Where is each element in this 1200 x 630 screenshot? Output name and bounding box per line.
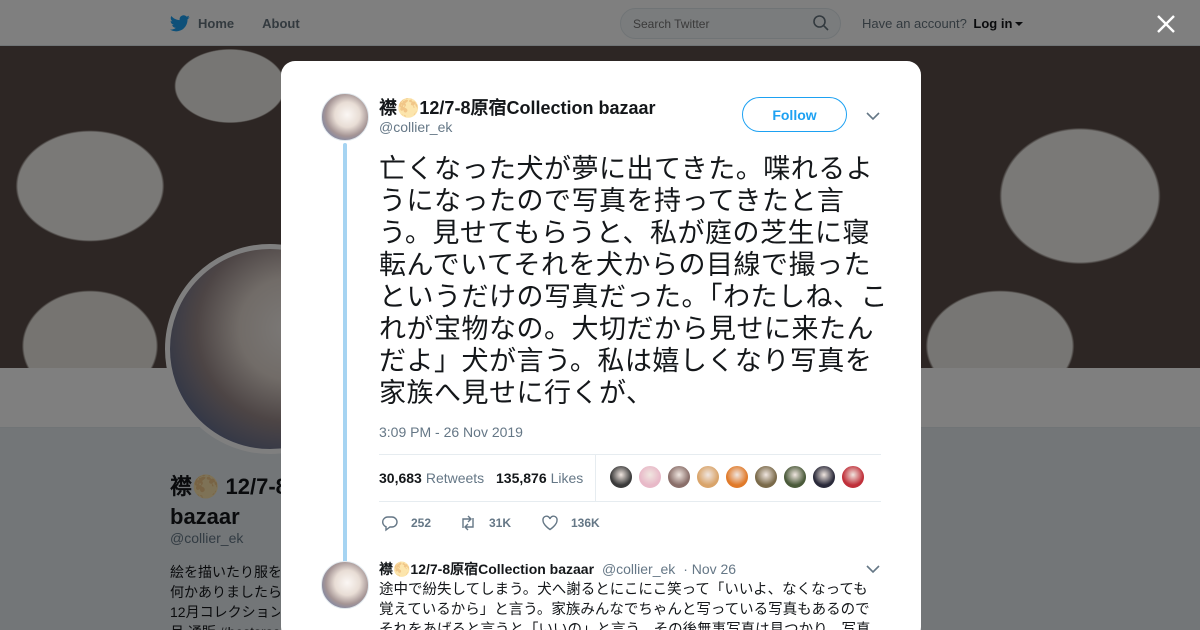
retweet-icon <box>462 515 474 531</box>
like-count: 136K <box>571 516 600 530</box>
reply-header: 襟🌕12/7-8原宿Collection bazaar @collier_ek … <box>379 559 736 579</box>
tweet-actions: 252 31K 136K <box>381 514 781 534</box>
tweet-stats: 30,683 Retweets 135,876 Likes <box>379 454 881 502</box>
retweets-count: 30,683 <box>379 470 422 486</box>
likes-label: Likes <box>550 470 584 486</box>
liker-avatar[interactable] <box>638 465 662 489</box>
likes-stat[interactable]: 135,876 Likes <box>496 470 583 486</box>
reply-action[interactable]: 252 <box>381 514 431 532</box>
reply-author-name[interactable]: 襟🌕12/7-8原宿Collection bazaar <box>379 561 594 577</box>
tweet-author-name[interactable]: 襟🌕12/7-8原宿Collection bazaar <box>379 94 656 120</box>
chevron-down-icon[interactable] <box>866 564 880 574</box>
avatar[interactable] <box>321 93 369 141</box>
liker-avatar[interactable] <box>841 465 865 489</box>
liker-avatar[interactable] <box>667 465 691 489</box>
liker-avatar[interactable] <box>696 465 720 489</box>
follow-button[interactable]: Follow <box>742 97 847 132</box>
retweet-action[interactable]: 31K <box>459 514 511 532</box>
heart-icon <box>542 515 558 531</box>
reply-author-handle[interactable]: @collier_ek <box>602 561 675 577</box>
reply-avatar[interactable] <box>321 561 369 609</box>
reply-date[interactable]: · Nov 26 <box>683 561 736 577</box>
reply-icon <box>382 516 398 532</box>
tweet-author-handle[interactable]: @collier_ek <box>379 119 452 135</box>
liker-avatars <box>609 465 870 489</box>
chevron-down-icon[interactable] <box>866 111 880 121</box>
retweet-count: 31K <box>489 516 512 530</box>
stats-divider <box>595 455 596 502</box>
liker-avatar[interactable] <box>812 465 836 489</box>
liker-avatar[interactable] <box>609 465 633 489</box>
tweet-text: 亡くなった犬が夢に出てきた。喋れるようになったので写真を持ってきたと言う。見せて… <box>379 154 888 408</box>
tweet-modal: 襟🌕12/7-8原宿Collection bazaar @collier_ek … <box>281 61 921 630</box>
reply-count: 252 <box>411 516 432 530</box>
liker-avatar[interactable] <box>783 465 807 489</box>
liker-avatar[interactable] <box>754 465 778 489</box>
likes-count: 135,876 <box>496 470 547 486</box>
retweets-stat[interactable]: 30,683 Retweets <box>379 470 484 486</box>
close-icon[interactable] <box>1154 12 1178 36</box>
tweet-timestamp[interactable]: 3:09 PM - 26 Nov 2019 <box>379 424 523 440</box>
reply-text: 途中で紛失してしまう。犬へ謝るとにこにこ笑って「いいよ、なくなっても覚えているか… <box>379 582 871 630</box>
liker-avatar[interactable] <box>725 465 749 489</box>
like-action[interactable]: 136K <box>541 514 600 532</box>
retweets-label: Retweets <box>425 470 485 486</box>
thread-line <box>343 143 347 563</box>
